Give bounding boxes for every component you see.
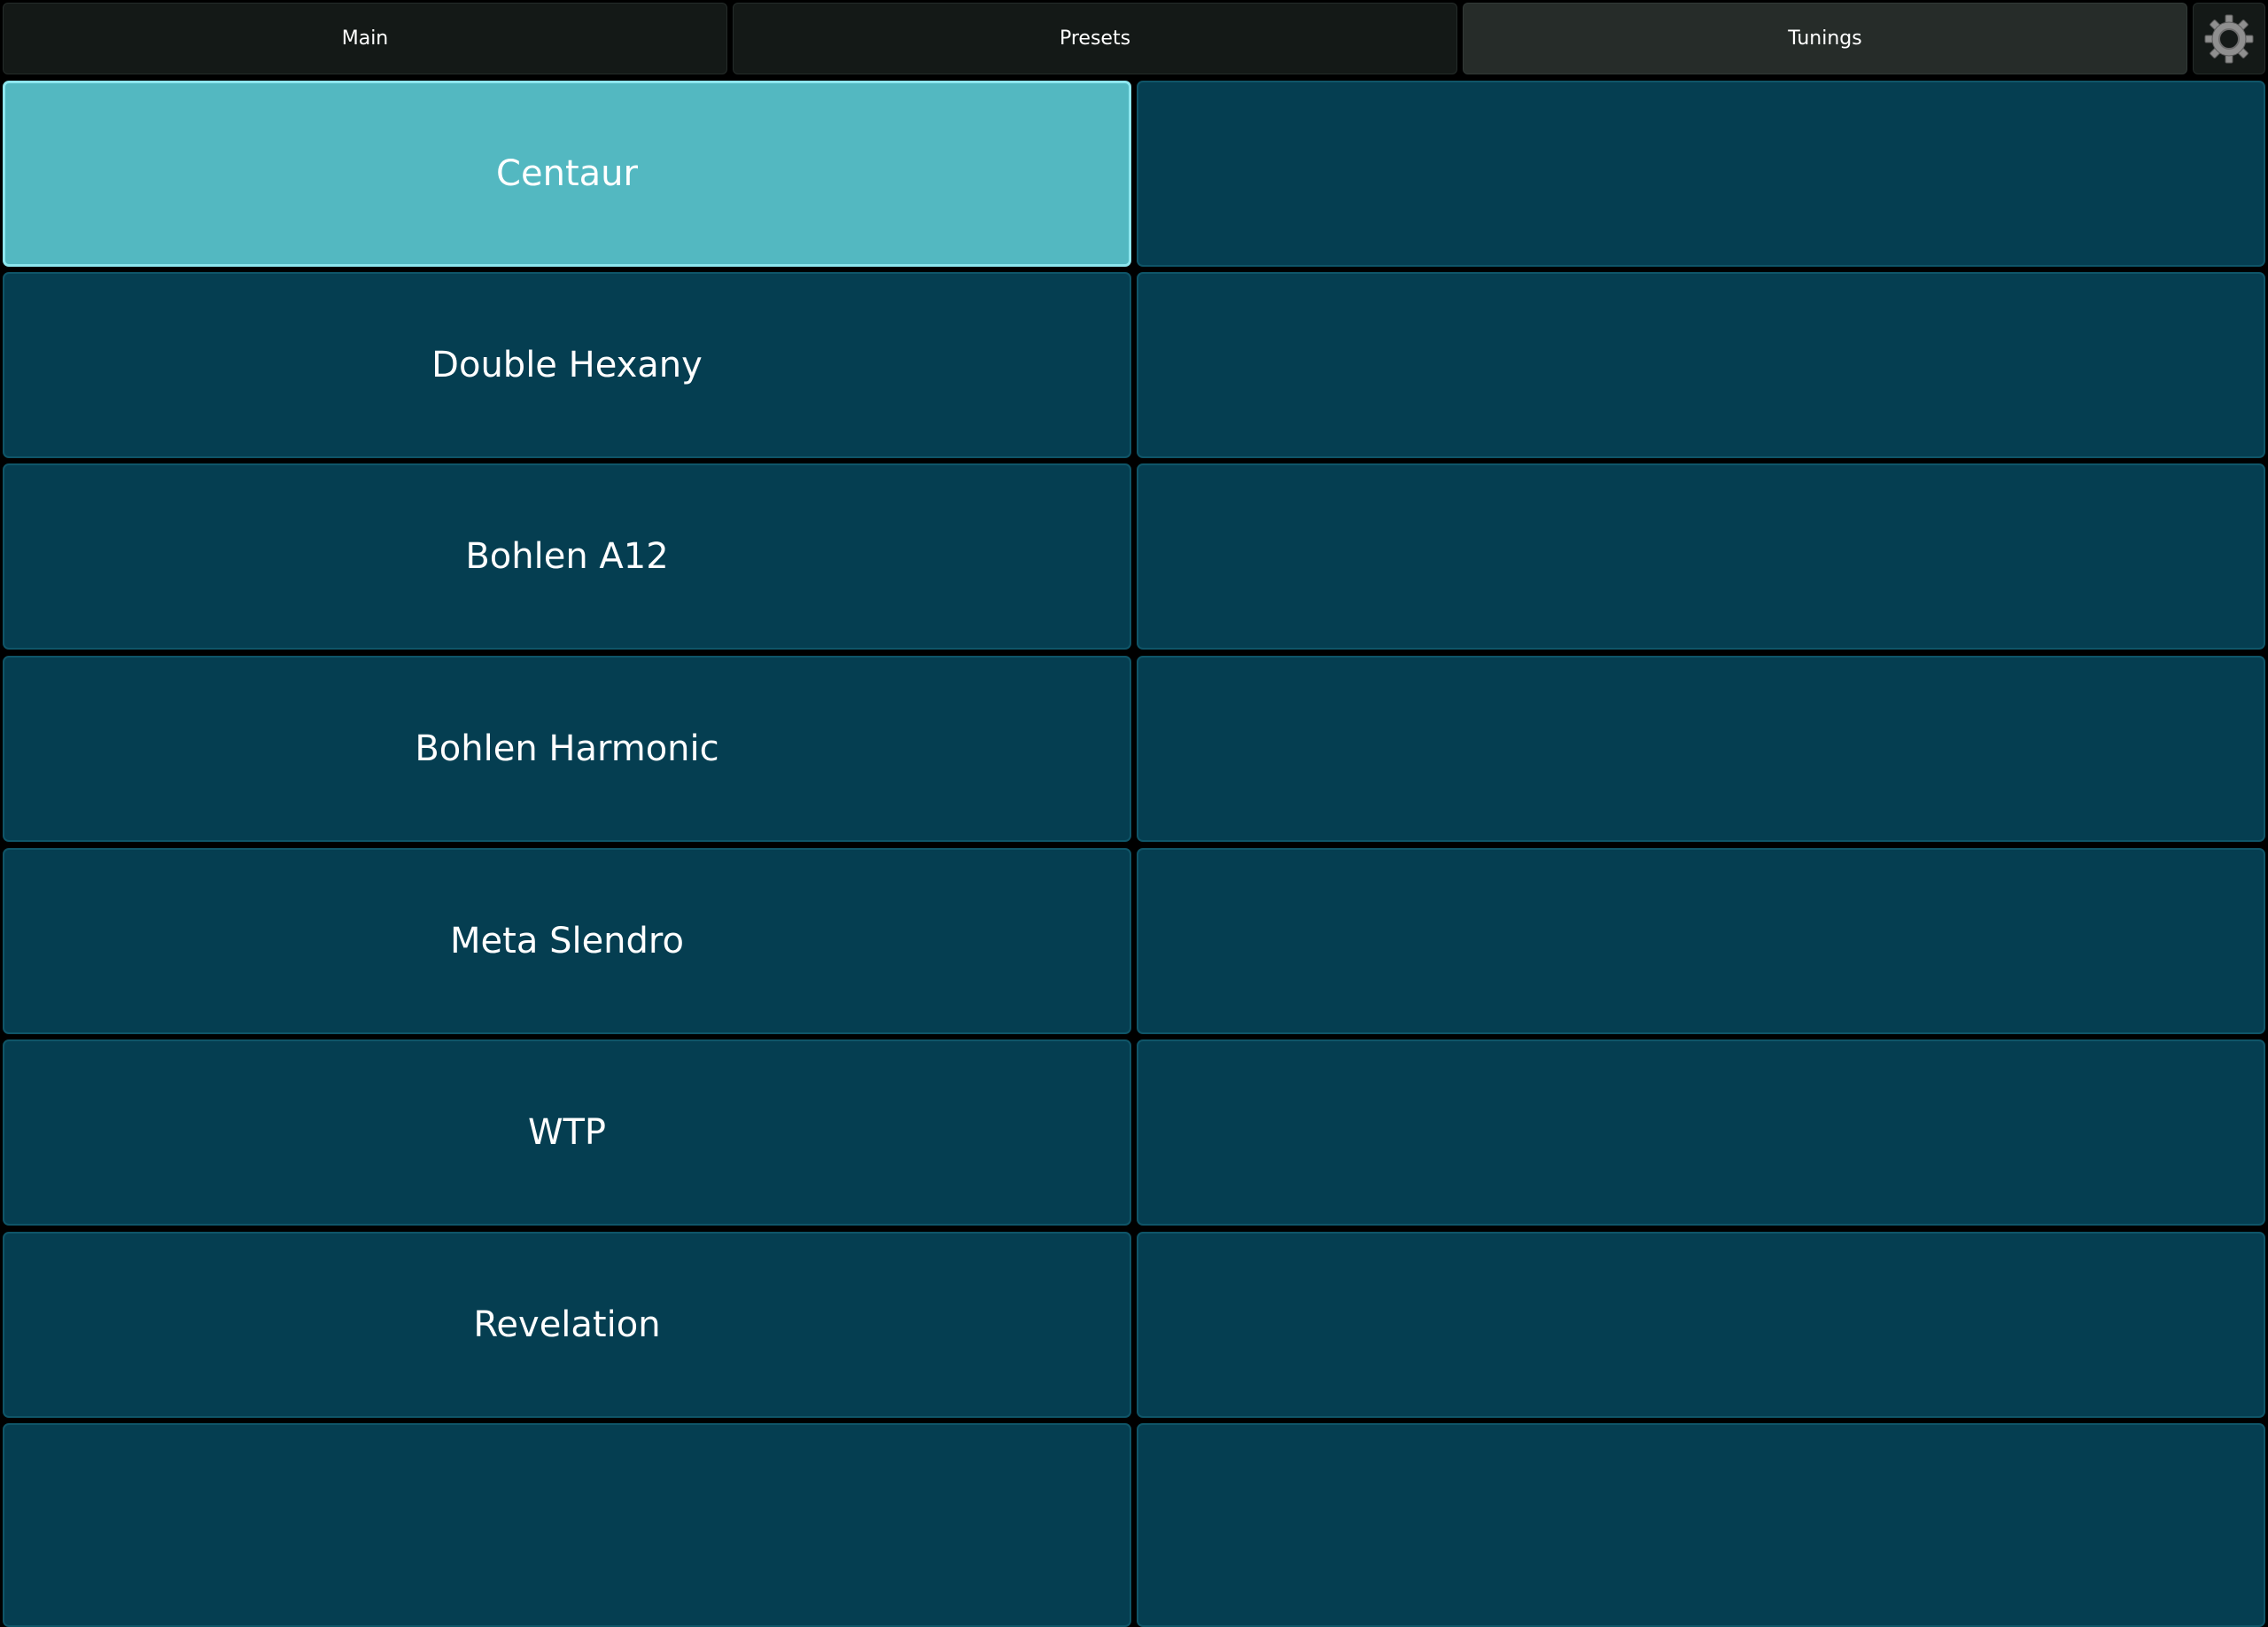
- tuning-label: Centaur: [496, 153, 638, 194]
- tuning-slot-empty[interactable]: [1137, 1232, 2265, 1418]
- tuning-label: WTP: [527, 1112, 607, 1153]
- gear-icon: [2204, 14, 2254, 63]
- tuning-grid: Centaur Double Hexany Bohlen A12 Bohlen …: [0, 80, 2268, 1627]
- tab-main[interactable]: Main: [3, 3, 727, 74]
- top-tab-bar: Main Presets Tunings: [0, 0, 2268, 80]
- tuning-button-empty[interactable]: [3, 1423, 1131, 1627]
- tuning-slot-empty[interactable]: [1137, 848, 2265, 1034]
- tuning-slot-empty[interactable]: [1137, 1423, 2265, 1627]
- tuning-button-double-hexany[interactable]: Double Hexany: [3, 272, 1131, 458]
- tuning-button-centaur[interactable]: Centaur: [3, 81, 1131, 267]
- tuning-slot-empty[interactable]: [1137, 656, 2265, 842]
- tuning-label: Bohlen Harmonic: [415, 728, 719, 769]
- tuning-label: Meta Slendro: [450, 921, 684, 961]
- tuning-button-revelation[interactable]: Revelation: [3, 1232, 1131, 1418]
- tuning-slot-empty[interactable]: [1137, 272, 2265, 458]
- tab-tunings[interactable]: Tunings: [1463, 3, 2187, 74]
- tuning-label: Revelation: [473, 1304, 661, 1345]
- tuning-label: Double Hexany: [431, 345, 703, 385]
- tuning-label: Bohlen A12: [465, 536, 669, 577]
- tuning-button-meta-slendro[interactable]: Meta Slendro: [3, 848, 1131, 1034]
- tuning-button-bohlen-a12[interactable]: Bohlen A12: [3, 463, 1131, 650]
- tuning-slot-empty[interactable]: [1137, 81, 2265, 267]
- tab-main-label: Main: [341, 27, 389, 50]
- tab-presets[interactable]: Presets: [733, 3, 1457, 74]
- tab-presets-label: Presets: [1059, 27, 1131, 50]
- tuning-button-bohlen-harmonic[interactable]: Bohlen Harmonic: [3, 656, 1131, 842]
- settings-button[interactable]: [2193, 3, 2265, 74]
- tuning-button-wtp[interactable]: WTP: [3, 1039, 1131, 1226]
- tab-tunings-label: Tunings: [1788, 27, 1862, 50]
- tuning-slot-empty[interactable]: [1137, 463, 2265, 650]
- tuning-slot-empty[interactable]: [1137, 1039, 2265, 1226]
